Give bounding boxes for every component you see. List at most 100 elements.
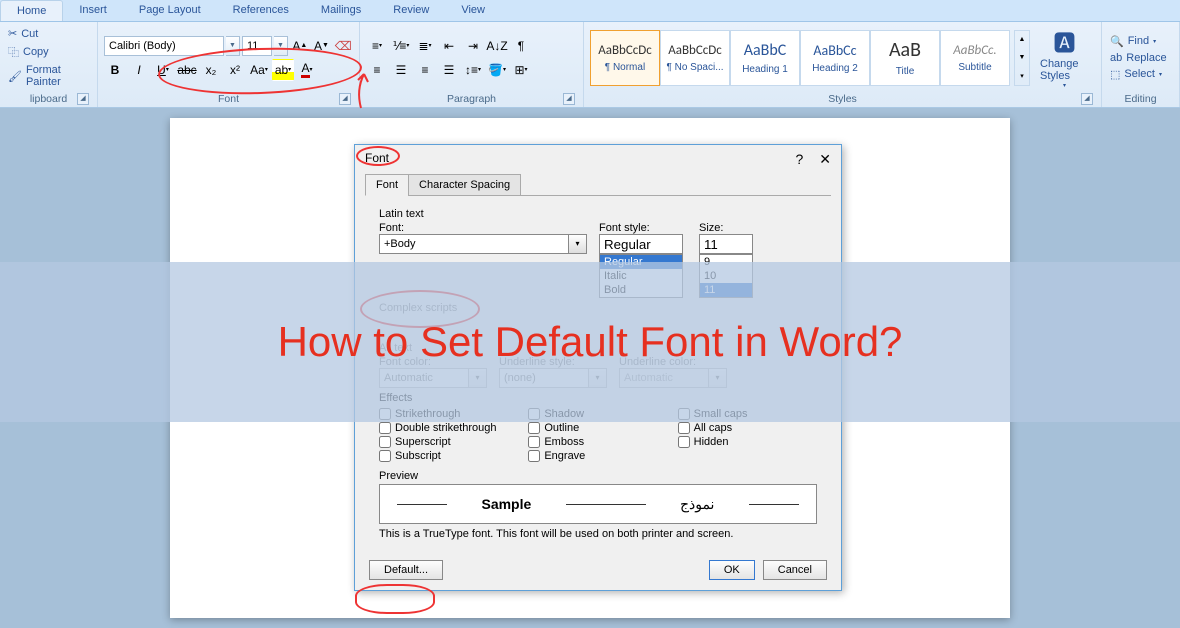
preview-sample-2: نموذج [680,496,715,513]
find-button[interactable]: 🔍Find▾ [1108,34,1173,49]
style-heading2[interactable]: AaBbCcHeading 2 [800,30,870,86]
help-button[interactable]: ? [795,151,803,168]
chk-shadow[interactable]: Shadow [528,408,667,420]
close-button[interactable]: ✕ [819,151,831,168]
size-opt-11[interactable]: 11 [700,283,752,297]
style-scroll-up[interactable]: ▲ [1015,31,1029,49]
strike-button[interactable]: abc [176,59,198,81]
borders-button[interactable]: ⊞▾ [510,59,532,81]
tab-references[interactable]: References [217,0,305,21]
chk-hidden[interactable]: Hidden [678,436,817,448]
default-button[interactable]: Default... [369,560,443,580]
indent-dec-button[interactable]: ⇤ [438,35,460,57]
subscript-button[interactable]: x₂ [200,59,222,81]
grow-font-button[interactable]: A▲ [290,35,310,57]
shading-button[interactable]: 🪣▾ [486,59,508,81]
align-center-button[interactable]: ☰ [390,59,412,81]
bold-button[interactable]: B [104,59,126,81]
style-nospacing[interactable]: AaBbCcDc¶ No Spaci... [660,30,730,86]
format-painter-button[interactable]: 🖌Format Painter [6,63,91,89]
change-case-button[interactable]: Aa▾ [248,59,270,81]
underline-button[interactable]: U▾ [152,59,174,81]
size-opt-9[interactable]: 9 [700,255,752,269]
chk-emboss[interactable]: Emboss [528,436,667,448]
dialog-note: This is a TrueType font. This font will … [379,528,817,540]
bullets-button[interactable]: ≡▾ [366,35,388,57]
font-size-dropdown[interactable]: ▼ [274,36,288,56]
style-title[interactable]: AaBTitle [870,30,940,86]
style-expand[interactable]: ▾ [1015,67,1029,85]
chk-subscript[interactable]: Subscript [379,450,518,462]
chk-strikethrough[interactable]: Strikethrough [379,408,518,420]
fontstyle-input[interactable] [599,234,683,254]
size-list[interactable]: 9 10 11 [699,254,753,298]
cut-button[interactable]: ✂Cut [6,26,91,41]
ucolor-input[interactable] [619,368,709,388]
chk-engrave[interactable]: Engrave [528,450,667,462]
styles-launcher[interactable]: ◢ [1081,93,1093,105]
select-button[interactable]: ⬚Select▾ [1108,67,1173,82]
font-name-input[interactable] [104,36,224,56]
indent-inc-button[interactable]: ⇥ [462,35,484,57]
multilevel-button[interactable]: ≣▾ [414,35,436,57]
replace-button[interactable]: abReplace [1108,51,1173,65]
style-scroll-down[interactable]: ▼ [1015,49,1029,67]
font-size-input[interactable] [242,36,272,56]
chk-outline[interactable]: Outline [528,422,667,434]
paragraph-launcher[interactable]: ◢ [563,93,575,105]
cancel-button[interactable]: Cancel [763,560,827,580]
shrink-font-button[interactable]: A▼ [312,35,332,57]
fontstyle-opt-bold[interactable]: Bold [600,283,682,297]
style-heading1[interactable]: AaBbCHeading 1 [730,30,800,86]
chk-superscript[interactable]: Superscript [379,436,518,448]
ustyle-input[interactable] [499,368,589,388]
justify-button[interactable]: ☰ [438,59,460,81]
chk-dblstrike[interactable]: Double strikethrough [379,422,518,434]
size-opt-10[interactable]: 10 [700,269,752,283]
fontstyle-opt-regular[interactable]: Regular [600,255,682,269]
fontstyle-list[interactable]: Regular Italic Bold [599,254,683,298]
tab-view[interactable]: View [445,0,501,21]
italic-button[interactable]: I [128,59,150,81]
change-styles-button[interactable]: 🅰 Change Styles▾ [1034,25,1095,91]
highlight-button[interactable]: ab▾ [272,59,294,81]
align-right-button[interactable]: ≡ [414,59,436,81]
dialog-titlebar: Font ? ✕ [355,145,841,174]
tab-review[interactable]: Review [377,0,445,21]
ucolor-dropdown[interactable]: ▾ [709,368,727,388]
style-normal[interactable]: AaBbCcDc¶ Normal [590,30,660,86]
style-subtitle[interactable]: AaBbCc.Subtitle [940,30,1010,86]
align-left-button[interactable]: ≡ [366,59,388,81]
show-marks-button[interactable]: ¶ [510,35,532,57]
font-color-button[interactable]: A▾ [296,59,318,81]
font-field-input[interactable] [379,234,569,254]
dialog-tab-font[interactable]: Font [365,174,409,196]
tab-home[interactable]: Home [0,0,63,21]
fontcolor-input[interactable] [379,368,469,388]
tab-insert[interactable]: Insert [63,0,123,21]
styles-gallery[interactable]: AaBbCcDc¶ Normal AaBbCcDc¶ No Spaci... A… [590,30,1010,86]
dialog-tab-charspacing[interactable]: Character Spacing [408,174,521,196]
line-spacing-button[interactable]: ↕≡▾ [462,59,484,81]
font-field-dropdown[interactable]: ▾ [569,234,587,254]
chk-allcaps[interactable]: All caps [678,422,817,434]
fontstyle-opt-italic[interactable]: Italic [600,269,682,283]
sort-button[interactable]: A↓Z [486,35,508,57]
alltext-label: All text [379,342,817,354]
ustyle-dropdown[interactable]: ▾ [589,368,607,388]
ok-button[interactable]: OK [709,560,755,580]
font-name-dropdown[interactable]: ▼ [226,36,240,56]
group-label-font: Font◢ [104,91,353,107]
clear-format-button[interactable]: ⌫ [333,35,353,57]
numbering-button[interactable]: ⅟≡▾ [390,35,412,57]
find-icon: 🔍 [1110,35,1124,48]
superscript-button[interactable]: x² [224,59,246,81]
tab-mailings[interactable]: Mailings [305,0,377,21]
copy-button[interactable]: ⿻Copy [6,43,91,61]
clipboard-launcher[interactable]: ◢ [77,93,89,105]
chk-smallcaps[interactable]: Small caps [678,408,817,420]
tab-pagelayout[interactable]: Page Layout [123,0,217,21]
fontcolor-dropdown[interactable]: ▾ [469,368,487,388]
size-input[interactable] [699,234,753,254]
font-launcher[interactable]: ◢ [339,93,351,105]
